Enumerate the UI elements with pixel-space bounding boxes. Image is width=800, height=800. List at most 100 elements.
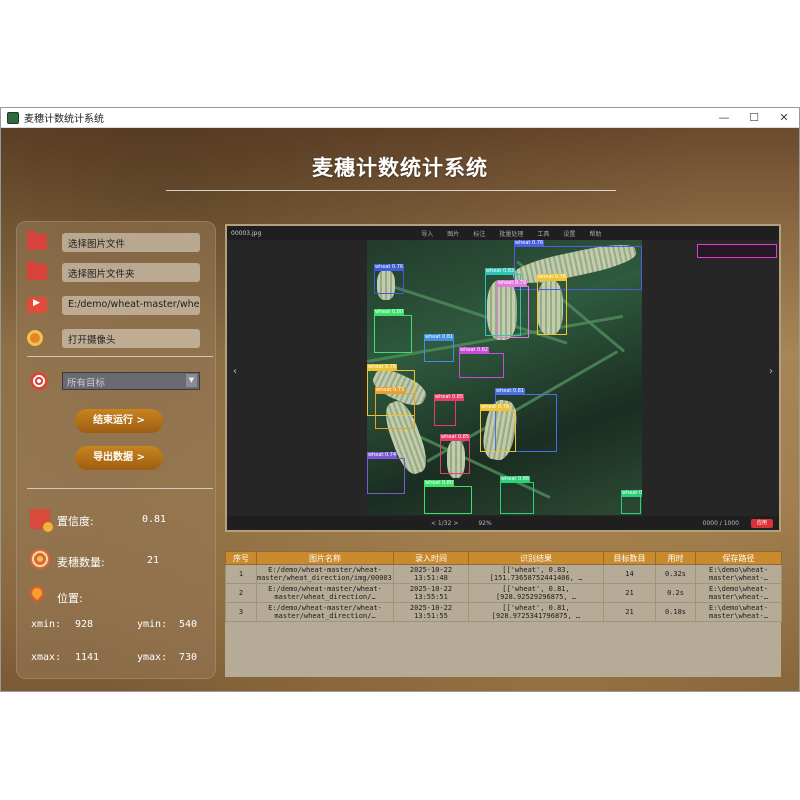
viewer-menu-item[interactable]: 设置 xyxy=(563,229,575,238)
detection-label: wheat 0.85 xyxy=(434,394,465,401)
viewer-menu-item[interactable]: 导入 xyxy=(421,229,433,238)
column-header[interactable]: 保存路径 xyxy=(695,551,782,565)
table-cell: 0.2s xyxy=(655,583,696,603)
video-path-field[interactable]: E:/demo/wheat-master/wheat- xyxy=(62,296,200,315)
detection-box: wheat 0.85 xyxy=(440,434,471,474)
xmax-value: 1141 xyxy=(75,652,100,663)
viewer-filename: 00003.jpg xyxy=(231,229,262,237)
confidence-icon xyxy=(30,509,53,532)
count-label: 麦穗数量: xyxy=(57,556,105,569)
viewer-menu-item[interactable]: 标注 xyxy=(473,229,485,238)
detection-box: wheat 0.80 xyxy=(374,309,412,353)
detection-box: wheat 0.74 xyxy=(367,452,405,494)
results-table: 序号 图片名称 录入时间 识别结果 目标数目 用时 保存路径 1 E:/demo… xyxy=(225,551,782,622)
page-title: 麦穗计数统计系统 xyxy=(312,156,488,180)
table-header-row: 序号 图片名称 录入时间 识别结果 目标数目 用时 保存路径 xyxy=(225,551,782,565)
select-image-row[interactable] xyxy=(27,231,47,250)
confidence-value: 0.81 xyxy=(142,514,167,525)
folder-icon xyxy=(27,261,47,280)
table-cell: [['wheat', 0.81, [928.9725341796875, … xyxy=(468,602,604,622)
chevron-down-icon[interactable]: ▼ xyxy=(186,374,197,387)
column-header[interactable]: 识别结果 xyxy=(468,551,604,565)
table-cell: 2025-10-22 13:51:55 xyxy=(393,602,469,622)
count-icon xyxy=(30,549,50,569)
detection-label: wheat 0.82 xyxy=(459,347,490,354)
table-cell: [['wheat', 0.83, [151.73658752441406, … xyxy=(468,564,604,584)
column-header[interactable]: 图片名称 xyxy=(256,551,394,565)
camera-row[interactable] xyxy=(27,330,43,346)
viewer-menu-item[interactable]: 图片 xyxy=(447,229,459,238)
table-cell: E:/demo/wheat-master/wheat-master/wheat_… xyxy=(256,583,394,603)
table-cell: [['wheat', 0.81, [928.92529296875, … xyxy=(468,583,604,603)
select-video-row[interactable] xyxy=(27,297,47,313)
maximize-button[interactable]: ☐ xyxy=(739,108,769,128)
detection-box: wheat 0.82 xyxy=(459,347,504,378)
ymax-value: 730 xyxy=(179,652,198,663)
table-row[interactable]: 1 E:/demo/wheat-master/wheat-master/whea… xyxy=(225,564,782,584)
image-file-icon xyxy=(27,231,47,250)
target-select[interactable]: 所有目标 ▼ xyxy=(62,372,200,390)
table-row[interactable]: 2 E:/demo/wheat-master/wheat-master/whea… xyxy=(225,583,782,603)
detection-box: wheat 0.76 xyxy=(374,264,405,294)
detection-box: wheat 0.86 xyxy=(500,476,534,514)
detection-box: wheat 0.85 xyxy=(434,394,465,426)
minimize-button[interactable]: — xyxy=(709,108,739,128)
detection-label: wheat 0.86 xyxy=(500,476,531,483)
detection-box: wheat 0.86 xyxy=(621,490,642,514)
detection-label: wheat 0.76 xyxy=(514,240,545,247)
detection-label: wheat 0.79 xyxy=(497,280,528,287)
table-cell: 3 xyxy=(225,602,257,622)
detection-box: wheat 0.73 xyxy=(375,387,415,429)
image-viewer[interactable]: 00003.jpg 导入 图片 标注 批量处理 工具 设置 帮助 ‹ › whe… xyxy=(225,224,781,532)
table-cell: 14 xyxy=(603,564,656,584)
column-header[interactable]: 录入时间 xyxy=(393,551,469,565)
detection-label: wheat 0.76 xyxy=(480,404,511,411)
location-icon xyxy=(27,583,50,606)
select-folder-row[interactable] xyxy=(27,261,47,280)
table-cell: 2025-10-22 13:51:48 xyxy=(393,564,469,584)
detection-label: wheat 0.85 xyxy=(440,434,471,441)
detection-box: wheat 0.76 xyxy=(514,240,642,290)
target-icon xyxy=(30,372,48,390)
overlay-info xyxy=(697,244,777,258)
app-icon xyxy=(7,111,19,124)
apply-button[interactable]: 应用 xyxy=(751,519,773,528)
next-image-icon[interactable]: › xyxy=(769,366,773,377)
detection-label: wheat 0.76 xyxy=(367,364,398,371)
viewer-menu-item[interactable]: 工具 xyxy=(537,229,549,238)
select-image-button[interactable]: 选择图片文件 xyxy=(62,233,200,252)
detection-label: wheat 0.76 xyxy=(374,264,405,271)
viewer-menu-item[interactable]: 批量处理 xyxy=(499,229,523,238)
ymin-label: ymin: xyxy=(137,619,168,630)
column-header[interactable]: 用时 xyxy=(655,551,696,565)
viewer-menu-item[interactable]: 帮助 xyxy=(589,229,601,238)
zoom-level[interactable]: 92% xyxy=(478,520,491,527)
stop-button[interactable]: 结束运行 > xyxy=(75,409,163,433)
table-row[interactable]: 3 E:/demo/wheat-master/wheat-master/whea… xyxy=(225,602,782,622)
table-cell: 21 xyxy=(603,583,656,603)
title-bar: 麦穗计数统计系统 — ☐ ✕ xyxy=(1,108,799,128)
export-button[interactable]: 导出数据 > xyxy=(75,446,163,470)
table-cell: E:\demo\wheat-master\wheat-… xyxy=(695,583,782,603)
app-window: 麦穗计数统计系统 — ☐ ✕ 麦穗计数统计系统 选择图片文件 选择图片文件夹 E… xyxy=(0,107,800,692)
detection-box: wheat 0.80 xyxy=(424,480,472,514)
table-cell: 2 xyxy=(225,583,257,603)
divider xyxy=(27,488,213,489)
close-button[interactable]: ✕ xyxy=(769,108,799,128)
column-header[interactable]: 目标数目 xyxy=(603,551,656,565)
prev-image-icon[interactable]: ‹ xyxy=(233,366,237,377)
viewer-info: 0000 / 1000 xyxy=(702,519,739,527)
open-camera-button[interactable]: 打开摄像头 xyxy=(62,329,200,348)
column-header[interactable]: 序号 xyxy=(225,551,257,565)
detection-box: wheat 0.81 xyxy=(424,334,455,362)
detection-label: wheat 0.86 xyxy=(621,490,642,497)
xmin-value: 928 xyxy=(75,619,94,630)
detection-box: wheat 0.79 xyxy=(497,280,529,338)
detection-box: wheat 0.76 xyxy=(480,404,516,452)
detection-image: wheat 0.76 wheat 0.76 wheat 0.83 wheat 0… xyxy=(367,240,642,515)
page-indicator[interactable]: < 1/32 > xyxy=(431,520,458,527)
xmax-label: xmax: xyxy=(31,652,62,663)
select-folder-button[interactable]: 选择图片文件夹 xyxy=(62,263,200,282)
main-area: 麦穗计数统计系统 选择图片文件 选择图片文件夹 E:/demo/wheat-ma… xyxy=(1,128,799,691)
position-label: 位置: xyxy=(57,592,83,605)
